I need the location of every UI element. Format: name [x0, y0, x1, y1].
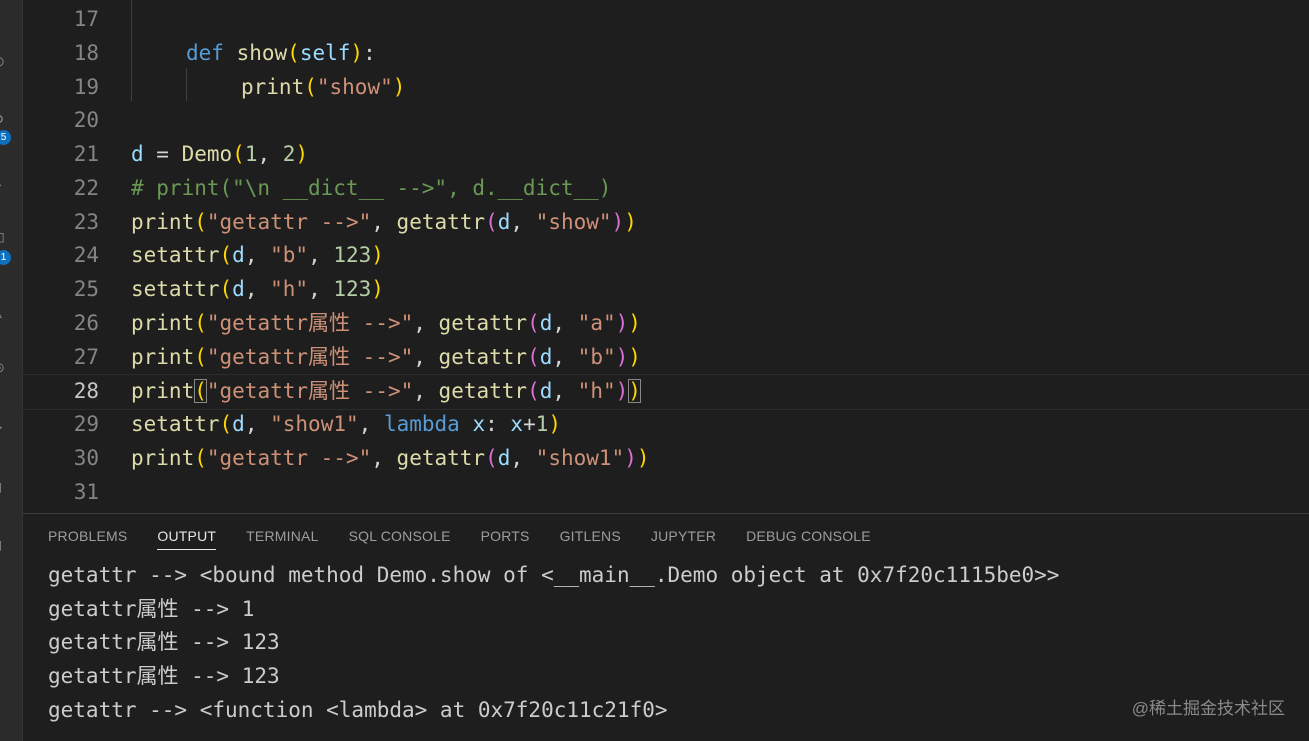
output-line: getattr --> <bound method Demo.show of <…: [48, 563, 1060, 587]
database-icon[interactable]: ▯: [0, 478, 12, 496]
code-text: setattr(d, "show1", lambda x: x+1): [131, 412, 562, 436]
code-text: d = Demo(1, 2): [131, 142, 309, 166]
line-number: 19: [73, 75, 99, 99]
line-number: 18: [73, 41, 99, 65]
line-number: 24: [73, 243, 99, 267]
code-text: print("getattr属性 -->", getattr(d, "b")): [131, 345, 641, 369]
code-line: 20: [23, 104, 1309, 138]
code-text: print("getattr属性 -->", getattr(d, "h")): [131, 379, 641, 403]
code-text: setattr(d, "b", 123): [131, 243, 384, 267]
code-line: 21 d = Demo(1, 2): [23, 138, 1309, 172]
tab-debug-console[interactable]: DEBUG CONSOLE: [746, 524, 871, 558]
line-number: 21: [73, 142, 99, 166]
line-number: 26: [73, 311, 99, 335]
run-debug-icon[interactable]: ›: [0, 176, 12, 194]
tab-output[interactable]: OUTPUT: [157, 524, 217, 550]
output-line: getattr属性 --> 123: [48, 664, 280, 689]
line-number: 17: [73, 7, 99, 31]
code-text: print("show"): [241, 75, 406, 99]
line-number: 27: [73, 345, 99, 369]
code-line: 18 def show(self):: [23, 37, 1309, 71]
code-editor[interactable]: 17 18 def show(self): 19 print("show") 2…: [23, 0, 1309, 513]
code-line: 17: [23, 3, 1309, 37]
tab-gitlens[interactable]: GITLENS: [560, 524, 621, 558]
activity-bar: ○ ʘ 5 › □ 1 ▵ ◎ ✦ ▯ ▯: [0, 0, 23, 741]
code-line: 24 setattr(d, "b", 123): [23, 239, 1309, 273]
code-text: print("getattr -->", getattr(d, "show1")…: [131, 446, 650, 470]
output-log[interactable]: getattr --> <bound method Demo.show of <…: [48, 559, 1059, 728]
code-text: def show(self):: [186, 41, 376, 65]
watermark: @稀土掘金技术社区: [1131, 699, 1285, 718]
output-line: getattr属性 --> 123: [48, 630, 280, 655]
bottom-panel: PROBLEMS OUTPUT TERMINAL SQL CONSOLE POR…: [23, 513, 1309, 741]
jupyter-icon[interactable]: ▯: [0, 536, 12, 554]
code-line: 31: [23, 476, 1309, 510]
line-number: 28: [73, 379, 99, 403]
testing-icon[interactable]: ▵: [0, 305, 12, 323]
code-line: 22 # print("\n __dict__ -->", d.__dict__…: [23, 172, 1309, 206]
code-line: 27 print("getattr属性 -->", getattr(d, "b"…: [23, 341, 1309, 375]
line-number: 29: [73, 412, 99, 436]
code-line: 29 setattr(d, "show1", lambda x: x+1): [23, 408, 1309, 442]
code-line: 23 print("getattr -->", getattr(d, "show…: [23, 206, 1309, 240]
extensions-icon[interactable]: □: [0, 228, 12, 246]
code-line: 30 print("getattr -->", getattr(d, "show…: [23, 442, 1309, 476]
code-text: print("getattr属性 -->", getattr(d, "a")): [131, 311, 641, 335]
panel-tabs: PROBLEMS OUTPUT TERMINAL SQL CONSOLE POR…: [48, 524, 901, 558]
tab-sql-console[interactable]: SQL CONSOLE: [349, 524, 451, 558]
code-line: 25 setattr(d, "h", 123): [23, 273, 1309, 307]
line-number: 30: [73, 446, 99, 470]
source-control-icon[interactable]: ʘ: [0, 110, 12, 128]
output-line: getattr属性 --> 1: [48, 596, 255, 621]
code-comment: # print("\n __dict__ -->", d.__dict__): [131, 176, 612, 200]
search-icon[interactable]: ○: [0, 52, 12, 70]
tab-problems[interactable]: PROBLEMS: [48, 524, 127, 558]
line-number: 31: [73, 480, 99, 504]
line-number: 25: [73, 277, 99, 301]
line-number: 22: [73, 176, 99, 200]
code-line: 19 print("show"): [23, 71, 1309, 105]
code-line-current: 28 print("getattr属性 -->", getattr(d, "h"…: [23, 374, 1309, 410]
line-number: 20: [73, 108, 99, 132]
code-text: setattr(d, "h", 123): [131, 277, 384, 301]
tab-jupyter[interactable]: JUPYTER: [651, 524, 716, 558]
tab-ports[interactable]: PORTS: [481, 524, 530, 558]
output-line: getattr --> <function <lambda> at 0x7f20…: [48, 697, 668, 722]
tab-terminal[interactable]: TERMINAL: [246, 524, 318, 558]
code-text: print("getattr -->", getattr(d, "show")): [131, 210, 637, 234]
remote-icon[interactable]: ◎: [0, 358, 12, 376]
extensions-badge: 1: [0, 250, 11, 265]
line-number: 23: [73, 210, 99, 234]
gitlens-icon[interactable]: ✦: [0, 418, 12, 436]
source-control-badge: 5: [0, 130, 11, 145]
code-line: 26 print("getattr属性 -->", getattr(d, "a"…: [23, 307, 1309, 341]
